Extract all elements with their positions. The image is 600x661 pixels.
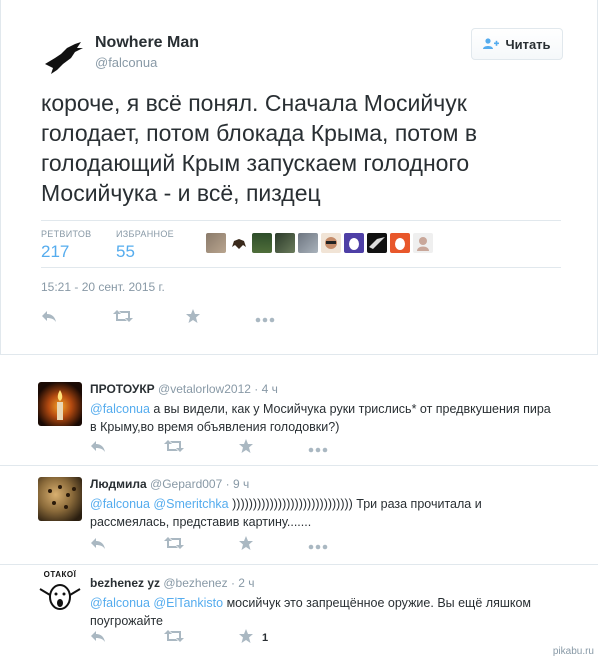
main-tweet: Nowhere Man @falconua Читать короче, я в… xyxy=(0,0,598,355)
favoriter-avatar[interactable] xyxy=(298,233,318,253)
favoriter-avatar[interactable] xyxy=(206,233,226,253)
favorites-label: ИЗБРАННОЕ xyxy=(116,229,174,239)
reply-text: @falconua @ElTankisto мосийчук это запре… xyxy=(90,594,560,630)
favoriters-avatars xyxy=(206,233,433,253)
reply-body: а вы видели, как у Мосийчука руки трисли… xyxy=(90,402,551,434)
favorite-star-icon[interactable] xyxy=(238,628,254,647)
avatar-caption: ОТАКОЇ xyxy=(43,570,77,579)
reply-actions xyxy=(90,535,328,554)
stats-row: РЕТВИТОВ 217 ИЗБРАННОЕ 55 xyxy=(41,220,561,268)
reply-text: @falconua @Smeritchka ))))))))))))))))))… xyxy=(90,495,560,531)
reply-display-name: ПРОТОУКР xyxy=(90,382,155,396)
leopard-icon xyxy=(48,485,76,509)
tweet-text: короче, я всё понял. Сначала Мосийчук го… xyxy=(41,90,478,206)
favoriter-avatar[interactable] xyxy=(390,233,410,253)
reply-actions xyxy=(90,438,328,457)
reply-author[interactable]: ПРОТОУКР @vetalorlow2012 · 4 ч xyxy=(90,382,278,396)
retweet-icon[interactable] xyxy=(113,309,133,326)
reply-handle: @Gepard007 xyxy=(150,477,223,491)
retweet-icon[interactable] xyxy=(164,629,184,646)
cartoon-face-icon xyxy=(39,584,81,610)
follow-label: Читать xyxy=(505,36,551,52)
reply-time: · 9 ч xyxy=(225,477,250,491)
favorites-stat[interactable]: ИЗБРАННОЕ 55 xyxy=(116,229,174,262)
favorites-count: 55 xyxy=(116,242,135,261)
favorite-star-icon[interactable] xyxy=(238,438,254,457)
follow-button[interactable]: Читать xyxy=(471,28,563,60)
reply-handle: @vetalorlow2012 xyxy=(158,382,251,396)
reply-icon[interactable] xyxy=(41,309,57,326)
favorite-star-icon[interactable] xyxy=(185,308,201,327)
favorite-count: 1 xyxy=(262,631,269,644)
reply-icon[interactable] xyxy=(90,536,106,553)
favoriter-avatar[interactable] xyxy=(413,233,433,253)
reply-display-name: Людмила xyxy=(90,477,147,491)
retweets-count: 217 xyxy=(41,242,70,261)
reply-handle: @bezhenez xyxy=(163,576,228,590)
favoriter-avatar[interactable] xyxy=(252,233,272,253)
reply-tweet[interactable]: ПРОТОУКР @vetalorlow2012 · 4 ч @falconua… xyxy=(0,372,598,466)
mention-link[interactable]: @falconua xyxy=(90,402,150,416)
favoriter-avatar[interactable] xyxy=(229,233,249,253)
favoriter-avatar[interactable] xyxy=(275,233,295,253)
mention-link[interactable]: @falconua @ElTankisto xyxy=(90,596,223,610)
reply-author[interactable]: Людмила @Gepard007 · 9 ч xyxy=(90,477,249,491)
reply-display-name: bezhenez yz xyxy=(90,576,161,590)
more-icon[interactable] xyxy=(308,440,328,456)
watermark: pikabu.ru xyxy=(552,646,594,657)
tweet-actions xyxy=(41,308,275,327)
crow-icon xyxy=(45,42,83,74)
mention-link[interactable]: @falconua @Smeritchka xyxy=(90,497,229,511)
retweet-icon[interactable] xyxy=(164,439,184,456)
reply-tweet[interactable]: Людмила @Gepard007 · 9 ч @falconua @Smer… xyxy=(0,467,598,565)
screen-name[interactable]: @falconua xyxy=(95,55,157,70)
avatar[interactable] xyxy=(38,382,82,426)
avatar[interactable] xyxy=(38,477,82,521)
reply-time: · 4 ч xyxy=(254,382,278,396)
reply-author[interactable]: bezhenez yz @bezhenez · 2 ч xyxy=(90,576,255,590)
retweets-label: РЕТВИТОВ xyxy=(41,229,92,239)
reply-icon[interactable] xyxy=(90,629,106,646)
add-user-icon xyxy=(483,38,500,49)
avatar[interactable] xyxy=(41,34,89,82)
retweet-icon[interactable] xyxy=(164,536,184,553)
favoriter-avatar[interactable] xyxy=(344,233,364,253)
display-name[interactable]: Nowhere Man xyxy=(95,34,199,52)
retweets-stat[interactable]: РЕТВИТОВ 217 xyxy=(41,229,91,262)
more-icon[interactable] xyxy=(255,310,275,326)
favoriter-avatar[interactable] xyxy=(321,233,341,253)
more-icon[interactable] xyxy=(308,537,328,553)
favorite-star-icon[interactable] xyxy=(238,535,254,554)
avatar[interactable]: ОТАКОЇ xyxy=(38,570,82,620)
reply-text: @falconua а вы видели, как у Мосийчука р… xyxy=(90,400,560,436)
reply-actions: 1 xyxy=(90,628,268,647)
timestamp[interactable]: 15:21 - 20 сент. 2015 г. xyxy=(41,280,165,294)
candle-icon xyxy=(57,390,63,420)
reply-time: · 2 ч xyxy=(230,576,255,590)
favoriter-avatar[interactable] xyxy=(367,233,387,253)
reply-icon[interactable] xyxy=(90,439,106,456)
reply-tweet[interactable]: ОТАКОЇ bezhenez yz @bezhenez · 2 ч @falc… xyxy=(0,566,598,661)
